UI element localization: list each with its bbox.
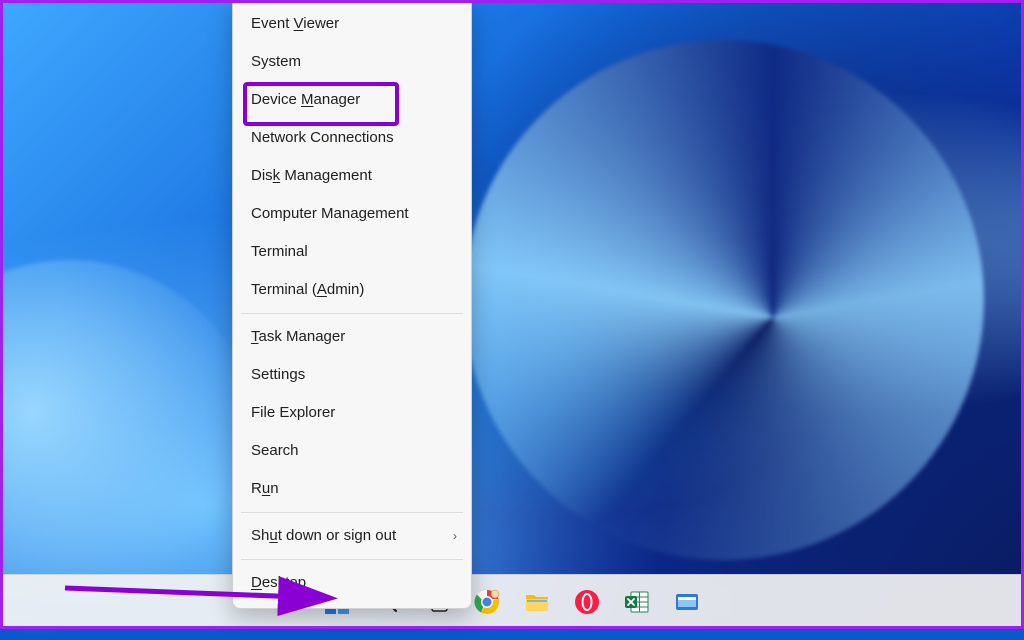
taskbar-excel-button[interactable] <box>616 581 658 623</box>
menu-item-run[interactable]: Run <box>233 470 471 508</box>
chevron-right-icon: › <box>453 526 457 546</box>
menu-item-label: Computer Management <box>251 205 409 222</box>
menu-item-network-connections[interactable]: Network Connections <box>233 119 471 157</box>
menu-item-label: Terminal <box>251 243 308 260</box>
excel-icon <box>624 589 650 615</box>
menu-item-system[interactable]: System <box>233 43 471 81</box>
menu-item-label: Desktop <box>251 574 306 591</box>
menu-item-label: Terminal (Admin) <box>251 281 364 298</box>
menu-item-computer-management[interactable]: Computer Management <box>233 195 471 233</box>
menu-separator <box>241 512 463 513</box>
menu-item-label: Run <box>251 480 279 497</box>
menu-item-label: Event Viewer <box>251 15 339 32</box>
menu-item-disk-management[interactable]: Disk Management <box>233 157 471 195</box>
menu-item-label: Settings <box>251 366 305 383</box>
menu-item-shut-down-or-sign-out[interactable]: Shut down or sign out › <box>233 517 471 555</box>
menu-item-file-explorer[interactable]: File Explorer <box>233 394 471 432</box>
menu-item-label: File Explorer <box>251 404 335 421</box>
menu-item-label: Shut down or sign out <box>251 527 396 544</box>
menu-item-terminal-admin[interactable]: Terminal (Admin) <box>233 271 471 309</box>
file-explorer-icon <box>524 589 550 615</box>
menu-item-label: Device Manager <box>251 91 360 108</box>
chrome-icon <box>474 589 500 615</box>
winx-context-menu: Event Viewer System Device Manager Network … <box>232 0 472 609</box>
menu-item-desktop[interactable]: Desktop <box>233 564 471 602</box>
menu-item-search[interactable]: Search <box>233 432 471 470</box>
taskbar-opera-button[interactable] <box>566 581 608 623</box>
menu-item-device-manager[interactable]: Device Manager <box>233 81 471 119</box>
menu-item-label: Network Connections <box>251 129 394 146</box>
menu-item-settings[interactable]: Settings <box>233 356 471 394</box>
taskbar-file-explorer-button[interactable] <box>516 581 558 623</box>
menu-item-terminal[interactable]: Terminal <box>233 233 471 271</box>
opera-icon <box>574 589 600 615</box>
menu-separator <box>241 313 463 314</box>
menu-item-label: Task Manager <box>251 328 345 345</box>
taskbar-app-button[interactable] <box>666 581 708 623</box>
menu-item-task-manager[interactable]: Task Manager <box>233 318 471 356</box>
menu-separator <box>241 559 463 560</box>
menu-item-label: System <box>251 53 301 70</box>
app-icon <box>674 589 700 615</box>
taskbar <box>0 574 1024 629</box>
menu-item-label: Disk Management <box>251 167 372 184</box>
menu-item-label: Search <box>251 442 299 459</box>
taskbar-chrome-button[interactable] <box>466 581 508 623</box>
desktop-wallpaper <box>0 0 1024 629</box>
menu-item-event-viewer[interactable]: Event Viewer <box>233 5 471 43</box>
